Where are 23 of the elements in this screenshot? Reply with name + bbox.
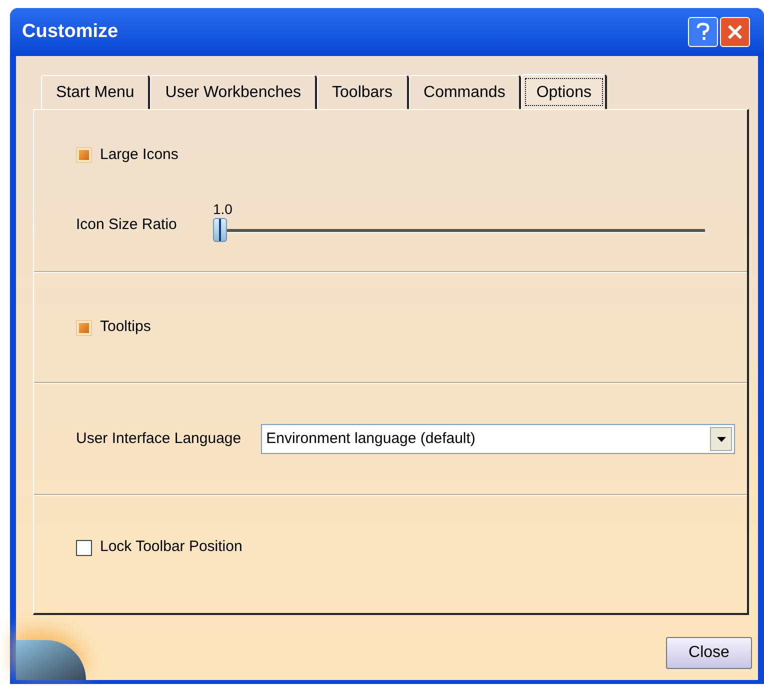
slider-thumb[interactable] — [213, 218, 227, 242]
language-dropdown[interactable]: Environment language (default) — [261, 424, 735, 454]
caret-icon — [716, 436, 726, 442]
field-label: User Interface Language — [76, 428, 242, 449]
dropdown-arrow-button[interactable] — [710, 427, 732, 451]
tab[interactable]: Options — [521, 74, 608, 110]
slider-reading: 1.0 — [213, 200, 232, 218]
slider-label: Icon Size Ratio — [76, 215, 178, 235]
dropdown-value: Environment language (default) — [266, 428, 476, 449]
checkbox-label: Lock Toolbar Position — [100, 537, 242, 558]
close-window-button[interactable] — [720, 17, 750, 47]
tab[interactable]: User Workbenches — [150, 75, 318, 109]
tab[interactable]: Toolbars — [317, 75, 409, 109]
checkbox[interactable] — [76, 540, 92, 556]
tab[interactable]: Start Menu — [41, 75, 150, 109]
close-button[interactable]: Close — [666, 637, 752, 669]
checkbox-label: Large Icons — [100, 145, 178, 165]
window-title: Customize — [22, 20, 120, 44]
close-icon — [726, 23, 744, 41]
checkbox-label: Tooltips — [100, 317, 151, 338]
help-button[interactable] — [688, 17, 718, 47]
question-mark-icon — [695, 22, 711, 42]
tab[interactable]: Commands — [408, 75, 522, 109]
